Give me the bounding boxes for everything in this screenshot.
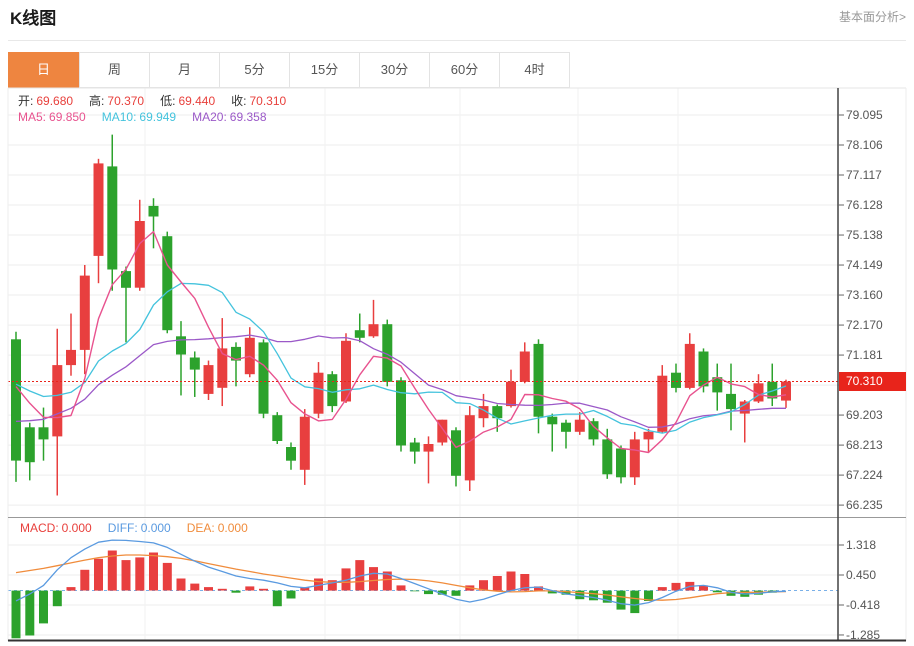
main-axis-label: 75.138 (846, 228, 904, 242)
main-axis-label: 79.095 (846, 108, 904, 122)
close-label: 收: (231, 94, 246, 108)
main-axis-label: 76.128 (846, 198, 904, 212)
open-label: 开: (18, 94, 33, 108)
kline-page: K线图 基本面分析> 日 周 月 5分 15分 30分 60分 4时 开:69.… (0, 0, 914, 646)
main-axis-label: 67.224 (846, 468, 904, 482)
main-axis-label: 74.149 (846, 258, 904, 272)
diff-label: DIFF: (108, 521, 138, 535)
macd-label: MACD: (20, 521, 59, 535)
ohlc-legend: 开:69.680 高:70.370 低:69.440 收:70.310 (18, 92, 302, 109)
high-label: 高: (89, 94, 104, 108)
macd-value: 0.000 (62, 521, 92, 535)
main-axis-label: 66.235 (846, 498, 904, 512)
high-value: 70.370 (107, 94, 144, 108)
low-value: 69.440 (178, 94, 215, 108)
macd-axis-label: 0.450 (846, 568, 904, 582)
ma10-label: MA10: (102, 110, 137, 124)
macd-axis-label: -1.285 (846, 628, 904, 642)
macd-lines (16, 540, 786, 605)
macd-axis-label: 1.318 (846, 538, 904, 552)
diff-value: 0.000 (141, 521, 171, 535)
main-axis-label: 78.106 (846, 138, 904, 152)
main-axis-label: 69.203 (846, 408, 904, 422)
ma5-value: 69.850 (49, 110, 86, 124)
low-label: 低: (160, 94, 175, 108)
main-axis-label: 73.160 (846, 288, 904, 302)
dea-value: 0.000 (218, 521, 248, 535)
dea-label: DEA: (187, 521, 215, 535)
main-axis-label: 71.181 (846, 348, 904, 362)
open-value: 69.680 (36, 94, 73, 108)
ma20-value: 69.358 (230, 110, 267, 124)
ma20-label: MA20: (192, 110, 227, 124)
macd-histogram (12, 551, 777, 639)
close-value: 70.310 (249, 94, 286, 108)
ma10-value: 69.949 (139, 110, 176, 124)
main-axis-label: 77.117 (846, 168, 904, 182)
candles-layer (11, 135, 791, 496)
ma-legend: MA5:69.850 MA10:69.949 MA20:69.358 (18, 110, 283, 124)
current-price-tag: 70.310 (839, 372, 906, 391)
main-axis-label: 68.213 (846, 438, 904, 452)
ma5-label: MA5: (18, 110, 46, 124)
macd-legend: MACD:0.000DIFF:0.000DEA:0.000 (20, 521, 264, 535)
macd-axis-label: -0.418 (846, 598, 904, 612)
main-axis-label: 72.170 (846, 318, 904, 332)
